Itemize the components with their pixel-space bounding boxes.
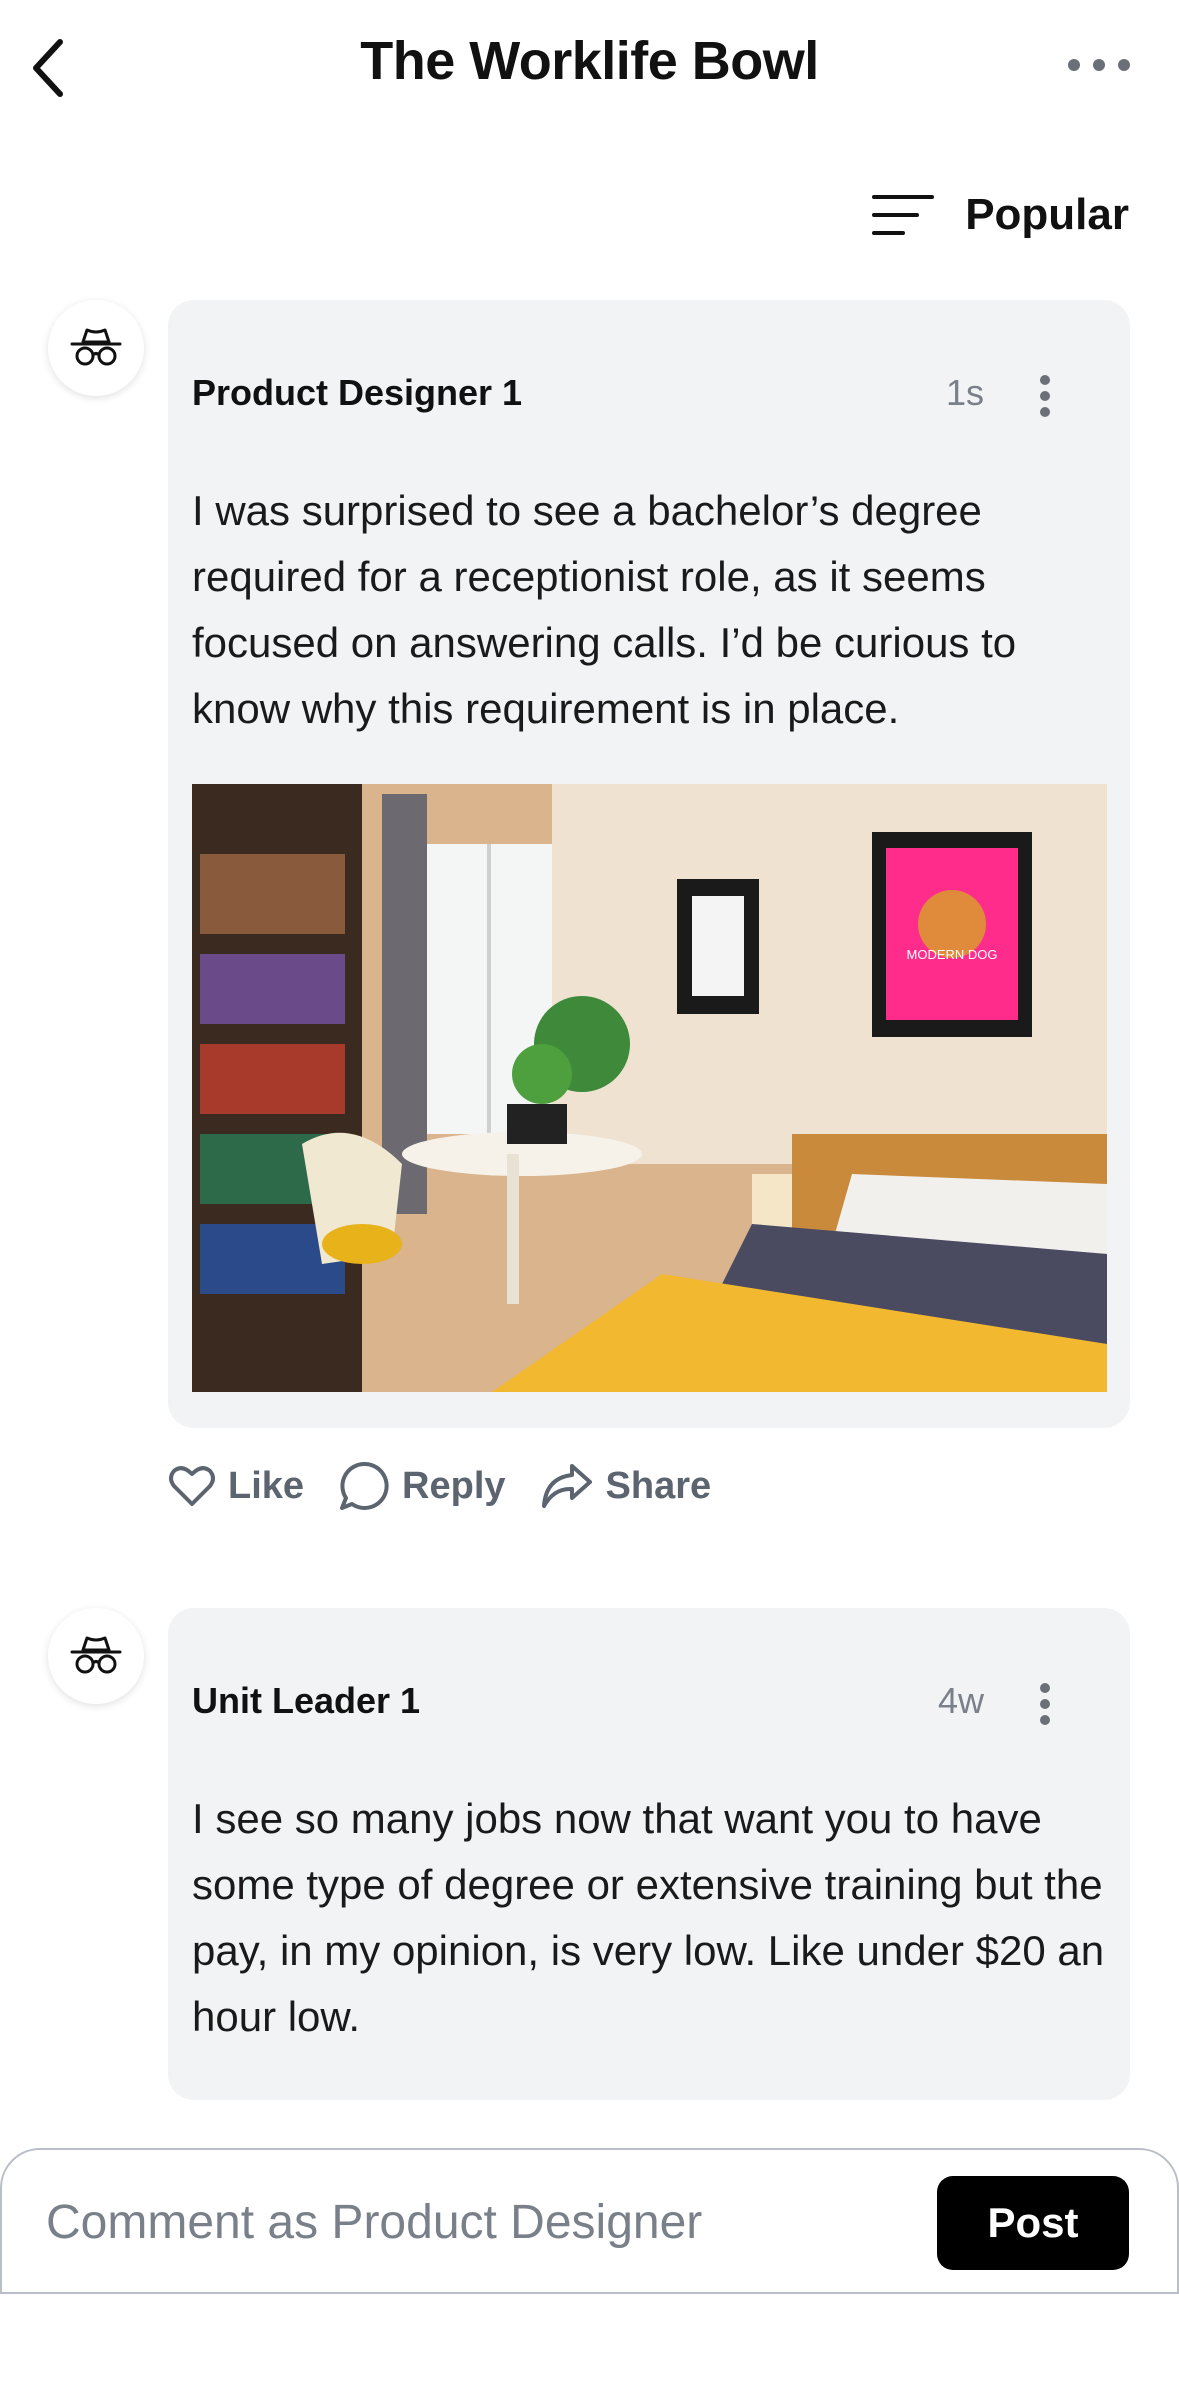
post-button[interactable]: Post	[937, 2176, 1129, 2270]
like-button[interactable]: Like	[168, 1464, 304, 1508]
more-horizontal-icon	[1068, 59, 1130, 71]
comment-input[interactable]	[46, 2180, 886, 2264]
post-card: Product Designer 1 1s I was surprised to…	[168, 300, 1130, 1428]
comment-composer: Post	[0, 2148, 1179, 2294]
avatar[interactable]	[48, 1608, 144, 1704]
share-arrow-icon	[541, 1464, 592, 1508]
poster-text: MODERN DOG	[907, 947, 998, 962]
more-vertical-icon	[1040, 1683, 1050, 1725]
reply-label: Reply	[402, 1464, 506, 1507]
post-timestamp: 1s	[945, 372, 984, 413]
sort-selector[interactable]: Popular	[871, 180, 1129, 250]
anonymous-incognito-icon	[70, 328, 122, 366]
reply-button[interactable]: Reply	[338, 1460, 506, 1512]
sort-lines-icon	[872, 195, 935, 235]
post-card: Unit Leader 1 4w I see so many jobs now …	[168, 1608, 1130, 2100]
post-body: I was surprised to see a bachelor’s degr…	[192, 487, 1017, 732]
post-image[interactable]: MODERN DOG	[192, 784, 1107, 1392]
post-menu-button[interactable]	[1030, 1678, 1060, 1730]
heart-icon	[169, 1466, 215, 1506]
post-body: I see so many jobs now that want you to …	[192, 1795, 1105, 2040]
avatar[interactable]	[48, 300, 144, 396]
sort-label: Popular	[965, 190, 1129, 239]
page-title: The Worklife Bowl	[360, 31, 819, 91]
post-menu-button[interactable]	[1030, 370, 1060, 422]
app-header: The Worklife Bowl	[0, 0, 1179, 140]
share-label: Share	[605, 1464, 712, 1507]
like-label: Like	[228, 1464, 305, 1507]
anonymous-incognito-icon	[70, 1636, 122, 1674]
more-vertical-icon	[1040, 375, 1050, 417]
post-author[interactable]: Unit Leader 1	[192, 1680, 420, 1722]
post-author[interactable]: Product Designer 1	[192, 372, 522, 414]
share-button[interactable]: Share	[540, 1462, 712, 1510]
bedroom-photo: MODERN DOG	[192, 784, 1107, 1392]
more-options-button[interactable]	[1059, 40, 1139, 90]
post-actions: Like Reply Share	[168, 1460, 711, 1512]
post-timestamp: 4w	[937, 1680, 984, 1721]
comment-bubble-icon	[340, 1461, 389, 1510]
